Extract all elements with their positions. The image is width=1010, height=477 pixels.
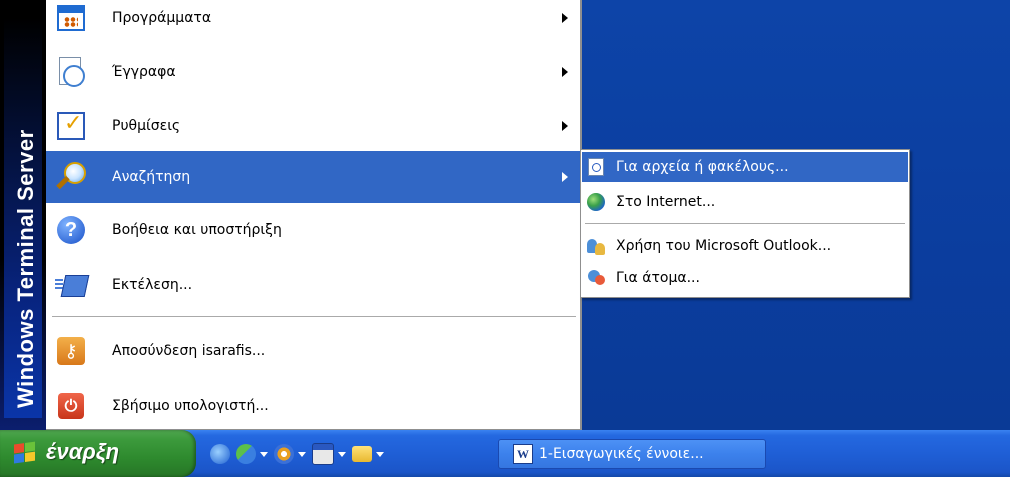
quick-launch-ie[interactable] xyxy=(210,444,230,464)
windows-logo-icon xyxy=(14,441,36,464)
help-icon: ? xyxy=(54,213,88,247)
submenu-item-label: Στο Internet... xyxy=(616,194,716,210)
quick-launch-media-player[interactable] xyxy=(274,444,306,464)
submenu-item-label: Για άτομα... xyxy=(616,270,700,286)
menu-item-logoff[interactable]: ⚷ Αποσύνδεση isarafis... xyxy=(46,324,580,378)
menu-item-search[interactable]: Αναζήτηση xyxy=(46,151,580,203)
quick-launch-messenger[interactable] xyxy=(236,444,268,464)
programs-icon xyxy=(54,1,88,35)
menu-item-label: Αναζήτηση xyxy=(112,169,191,185)
settings-icon xyxy=(54,109,88,143)
quick-launch-folder[interactable] xyxy=(352,446,384,462)
menu-item-shutdown[interactable]: ⏻ Σβήσιμο υπολογιστή... xyxy=(46,379,580,433)
menu-item-documents[interactable]: Έγγραφα xyxy=(46,45,580,99)
menu-item-label: Αποσύνδεση isarafis... xyxy=(112,343,266,359)
menu-item-programs[interactable]: Προγράμματα xyxy=(46,0,580,45)
outlook-icon xyxy=(586,236,606,256)
start-button[interactable]: έναρξη xyxy=(0,430,196,477)
shutdown-icon: ⏻ xyxy=(54,389,88,423)
menu-item-settings[interactable]: Ρυθμίσεις xyxy=(46,99,580,153)
chevron-down-icon xyxy=(376,451,384,457)
taskbar-window-button[interactable]: W 1-Εισαγωγικές έννοιε... xyxy=(498,439,766,469)
documents-icon xyxy=(54,55,88,89)
banner-text: Windows Terminal Server xyxy=(13,129,38,408)
menu-item-label: Ρυθμίσεις xyxy=(112,118,181,134)
menu-separator xyxy=(52,316,576,318)
quick-launch-window[interactable] xyxy=(312,443,346,465)
chevron-right-icon xyxy=(562,13,568,23)
submenu-separator xyxy=(585,223,905,225)
chevron-right-icon xyxy=(562,67,568,77)
chevron-down-icon xyxy=(298,451,306,457)
side-banner: Windows Terminal Server xyxy=(0,0,46,430)
word-document-icon: W xyxy=(513,444,533,464)
submenu-item-label: Χρήση του Microsoft Outlook... xyxy=(616,238,832,254)
run-icon xyxy=(54,268,90,302)
internet-icon xyxy=(586,192,606,212)
media-player-icon xyxy=(274,444,294,464)
submenu-item-outlook[interactable]: Χρήση του Microsoft Outlook... xyxy=(582,231,908,261)
menu-item-help[interactable]: ? Βοήθεια και υποστήριξη xyxy=(46,203,580,257)
chevron-right-icon xyxy=(562,172,568,182)
chevron-right-icon xyxy=(562,121,568,131)
start-menu: Windows Terminal Server Προγράμματα Έγγρ… xyxy=(0,0,582,430)
search-icon xyxy=(54,160,88,194)
menu-item-run[interactable]: Εκτέλεση... xyxy=(46,258,580,312)
menu-item-label: Εκτέλεση... xyxy=(112,277,193,293)
menu-item-label: Προγράμματα xyxy=(112,10,212,26)
start-button-label: έναρξη xyxy=(46,439,120,464)
taskbar: έναρξη W 1-Εισαγωγικές έννοιε... xyxy=(0,430,1010,477)
menu-item-label: Έγγραφα xyxy=(112,64,176,80)
folder-icon xyxy=(352,446,372,462)
submenu-item-label: Για αρχεία ή φακέλους... xyxy=(616,159,789,175)
file-search-icon xyxy=(586,157,606,177)
people-icon xyxy=(586,268,606,288)
ie-icon xyxy=(210,444,230,464)
submenu-item-internet[interactable]: Στο Internet... xyxy=(582,187,908,217)
chevron-down-icon xyxy=(338,451,346,457)
menu-item-label: Βοήθεια και υποστήριξη xyxy=(112,222,282,238)
window-icon xyxy=(312,443,334,465)
submenu-item-people[interactable]: Για άτομα... xyxy=(582,263,908,293)
messenger-icon xyxy=(236,444,256,464)
search-submenu: Για αρχεία ή φακέλους... Στο Internet...… xyxy=(580,149,910,298)
quick-launch-bar xyxy=(210,441,390,467)
submenu-item-files-folders[interactable]: Για αρχεία ή φακέλους... xyxy=(582,152,908,182)
taskbar-window-label: 1-Εισαγωγικές έννοιε... xyxy=(539,446,704,462)
menu-item-label: Σβήσιμο υπολογιστή... xyxy=(112,398,269,414)
chevron-down-icon xyxy=(260,451,268,457)
logoff-icon: ⚷ xyxy=(54,334,88,368)
